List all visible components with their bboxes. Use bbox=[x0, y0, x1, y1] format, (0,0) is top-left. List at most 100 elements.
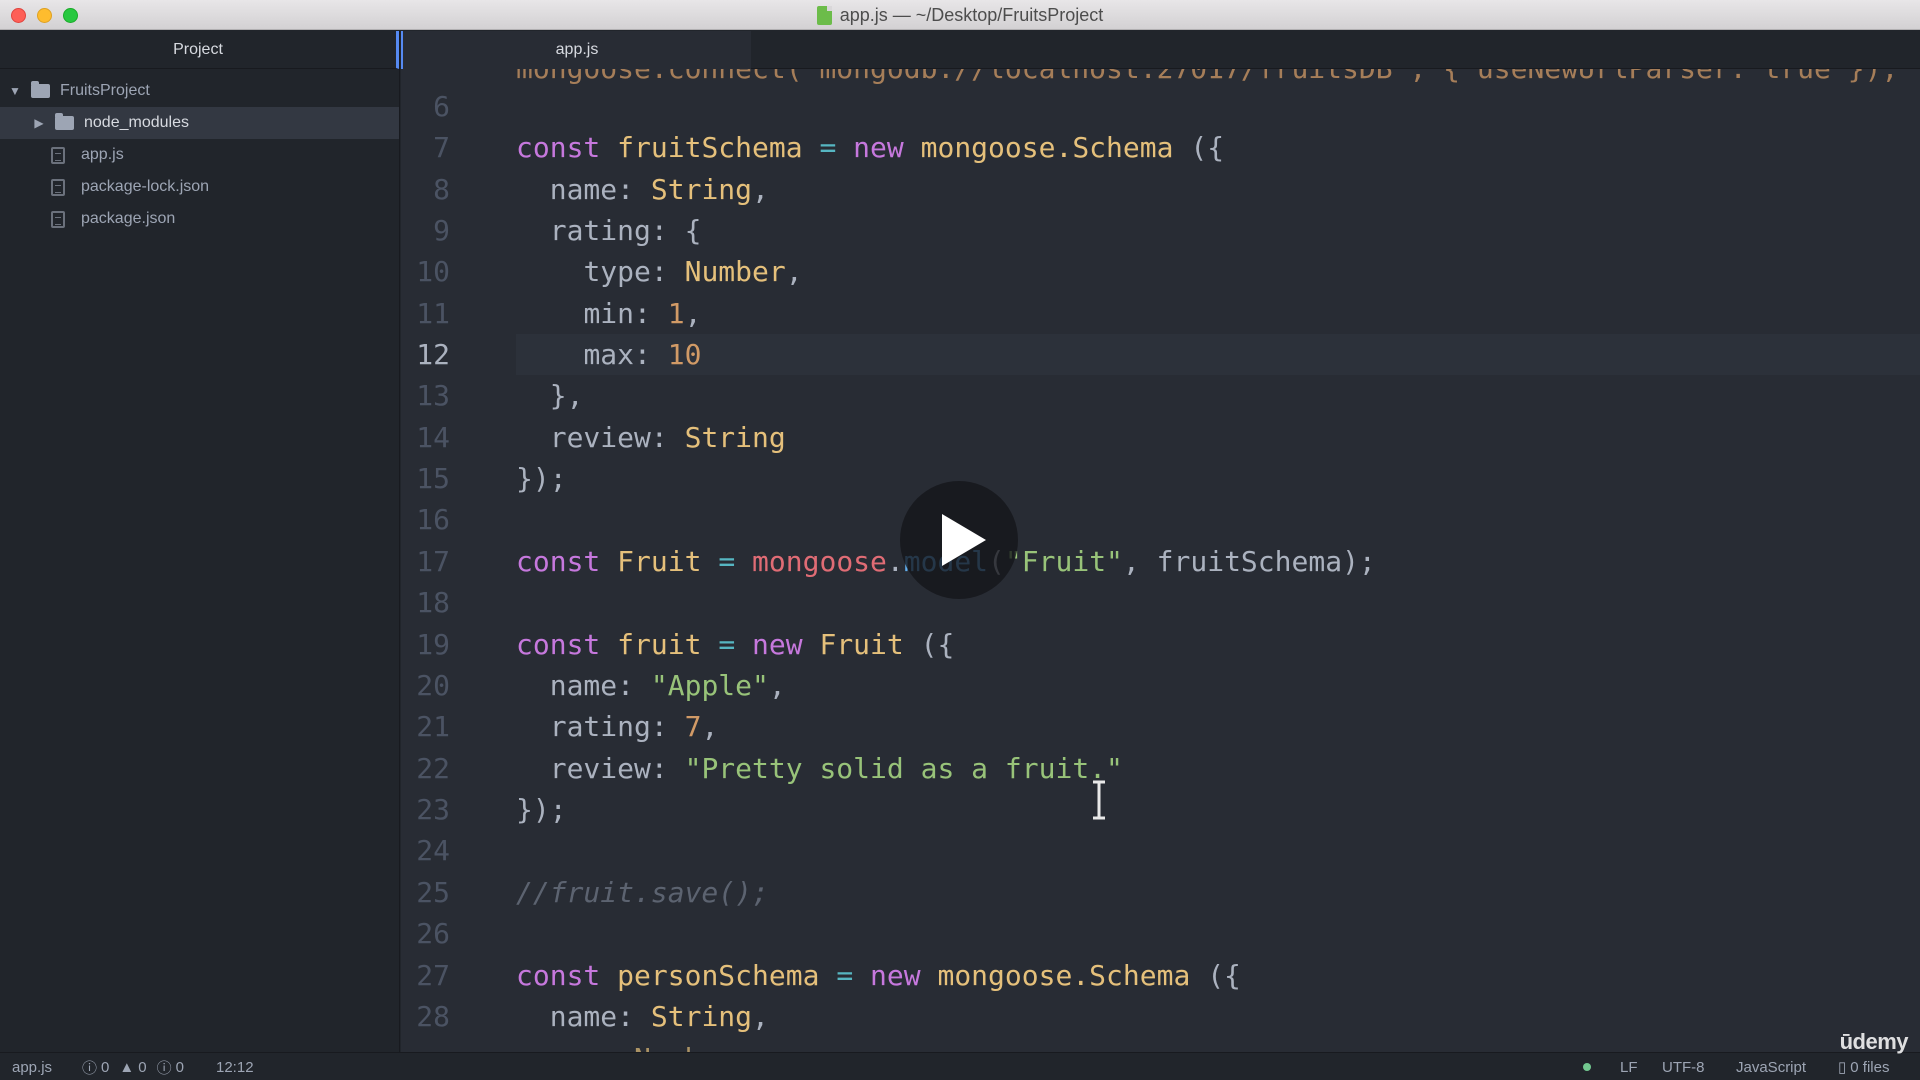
line-ending-selector[interactable]: LF bbox=[1620, 1053, 1638, 1080]
text-cursor-icon bbox=[1093, 780, 1105, 820]
tree-item-package-json[interactable]: package.json bbox=[0, 203, 399, 235]
code-line: }, bbox=[516, 375, 584, 416]
code-token: 7 bbox=[684, 710, 702, 743]
code-line: review: "Pretty solid as a fruit." bbox=[516, 748, 1123, 789]
code-token: Number bbox=[634, 1042, 735, 1052]
code-comment: //fruit.save(); bbox=[516, 876, 769, 909]
chevron-down-icon: ▼ bbox=[9, 84, 21, 98]
code-line-active: max: 10 bbox=[516, 334, 701, 375]
chevron-right-icon: ▶ bbox=[34, 116, 44, 130]
code-token: personSchema bbox=[617, 959, 820, 992]
file-icon bbox=[51, 146, 65, 164]
code-token: max: bbox=[583, 338, 651, 371]
line-number: 21 bbox=[416, 710, 450, 743]
code-token: = bbox=[836, 959, 854, 992]
code-line: }); bbox=[516, 458, 567, 499]
tab-app-js[interactable]: app.js bbox=[401, 31, 751, 69]
code-line: name: String, bbox=[516, 996, 769, 1037]
line-number: 24 bbox=[416, 834, 450, 867]
diagnostics-summary[interactable]: ⓘ 0 ▲ 0 ⓘ 0 bbox=[82, 1053, 184, 1080]
js-file-icon bbox=[816, 5, 832, 25]
code-token: const bbox=[516, 959, 601, 992]
video-play-button[interactable] bbox=[900, 481, 1018, 599]
code-token: name: bbox=[549, 669, 635, 702]
code-token: fruitSchema bbox=[617, 131, 803, 164]
udemy-watermark: ūdemy bbox=[1839, 1029, 1909, 1054]
code-token: mongoose.Schema bbox=[920, 131, 1174, 164]
file-icon bbox=[51, 178, 65, 196]
code-editor[interactable]: mongoose.connect("mongodb://localhost:27… bbox=[401, 69, 1920, 1052]
git-file-icon: ▯ bbox=[1838, 1059, 1847, 1076]
code-token: , bbox=[684, 297, 702, 330]
code-token: age: bbox=[550, 1042, 617, 1052]
code-line: type: Number, bbox=[516, 251, 803, 292]
code-token: }, bbox=[549, 379, 584, 412]
code-line: const fruitSchema = new mongoose.Schema … bbox=[516, 127, 1224, 168]
tree-item-node-modules[interactable]: ▶ node_modules bbox=[0, 107, 399, 139]
code-line: rating: { bbox=[516, 210, 702, 251]
tree-item-package-lock-json[interactable]: package-lock.json bbox=[0, 171, 399, 203]
code-token: const bbox=[516, 545, 601, 578]
code-token: new bbox=[853, 131, 904, 164]
grammar-selector[interactable]: JavaScript bbox=[1736, 1053, 1806, 1080]
current-line-highlight bbox=[516, 334, 1920, 375]
code-line: review: String bbox=[516, 417, 786, 458]
status-file-name[interactable]: app.js bbox=[12, 1053, 52, 1080]
info-count: 0 bbox=[175, 1058, 184, 1076]
code-token: , bbox=[752, 1000, 769, 1033]
tree-item-app-js[interactable]: app.js bbox=[0, 139, 399, 171]
code-token: , bbox=[752, 173, 769, 206]
git-files-status[interactable]: ▯ 0 files bbox=[1838, 1053, 1889, 1080]
line-number: 13 bbox=[416, 379, 450, 412]
code-token: name: bbox=[549, 1000, 635, 1033]
code-line: name: String, bbox=[516, 169, 769, 210]
title-bar: app.js — ~/Desktop/FruitsProject bbox=[0, 0, 1920, 30]
code-token: ({ bbox=[920, 628, 955, 661]
partial-code-line: mongoose.connect("mongodb://localhost:27… bbox=[516, 69, 1898, 89]
code-token: Fruit bbox=[617, 545, 702, 578]
line-number: 10 bbox=[416, 255, 450, 288]
tree-item-label: app.js bbox=[81, 146, 124, 163]
code-token: "Pretty solid as a fruit." bbox=[684, 752, 1123, 785]
code-token: "Fruit" bbox=[1004, 545, 1123, 578]
code-line: //fruit.save(); bbox=[516, 872, 769, 913]
line-number: 28 bbox=[416, 1000, 450, 1033]
tree-root-folder[interactable]: ▼ FruitsProject bbox=[0, 75, 399, 107]
tree-item-label: node_modules bbox=[84, 114, 189, 131]
line-number-active: 12 bbox=[416, 338, 450, 371]
code-token: new bbox=[752, 628, 803, 661]
cursor-position[interactable]: 12:12 bbox=[216, 1053, 254, 1080]
code-token: String bbox=[684, 421, 786, 454]
line-number: 22 bbox=[416, 752, 450, 785]
error-icon: ⓘ bbox=[82, 1059, 98, 1077]
code-token: = bbox=[718, 545, 736, 578]
code-token: mongoose bbox=[752, 545, 887, 578]
status-file-label: app.js bbox=[12, 1058, 53, 1076]
project-panel-header[interactable]: Project bbox=[0, 31, 399, 69]
code-token: const bbox=[516, 628, 601, 661]
warning-count: 0 bbox=[138, 1058, 147, 1076]
code-token: min: bbox=[583, 297, 651, 330]
code-token: , bbox=[785, 255, 803, 288]
line-number: 18 bbox=[416, 586, 450, 619]
window-title-wrap: app.js — ~/Desktop/FruitsProject bbox=[0, 0, 1920, 30]
code-line: rating: 7, bbox=[516, 706, 719, 747]
folder-icon bbox=[31, 81, 50, 98]
tree-item-label: package-lock.json bbox=[81, 178, 210, 195]
code-token: }); bbox=[516, 793, 567, 826]
status-bar: app.js ⓘ 0 ▲ 0 ⓘ 0 12:12 LF UTF-8 JavaSc… bbox=[0, 1029, 1920, 1080]
tree-item-label: package.json bbox=[81, 210, 176, 227]
code-token: String bbox=[650, 173, 753, 206]
code-token: review: bbox=[549, 421, 668, 454]
code-token: 10 bbox=[667, 338, 702, 371]
line-number: 25 bbox=[416, 876, 450, 909]
line-number: 8 bbox=[433, 173, 450, 206]
code-token: rating: bbox=[549, 214, 668, 247]
git-files-label: 0 files bbox=[1850, 1058, 1890, 1076]
code-token: mongoose.Schema bbox=[937, 959, 1191, 992]
encoding-selector[interactable]: UTF-8 bbox=[1662, 1053, 1705, 1080]
code-token: ({ bbox=[1207, 959, 1241, 992]
code-token: 1 bbox=[667, 297, 685, 330]
window-title: app.js — ~/Desktop/FruitsProject bbox=[839, 4, 1104, 25]
file-icon bbox=[51, 210, 65, 228]
